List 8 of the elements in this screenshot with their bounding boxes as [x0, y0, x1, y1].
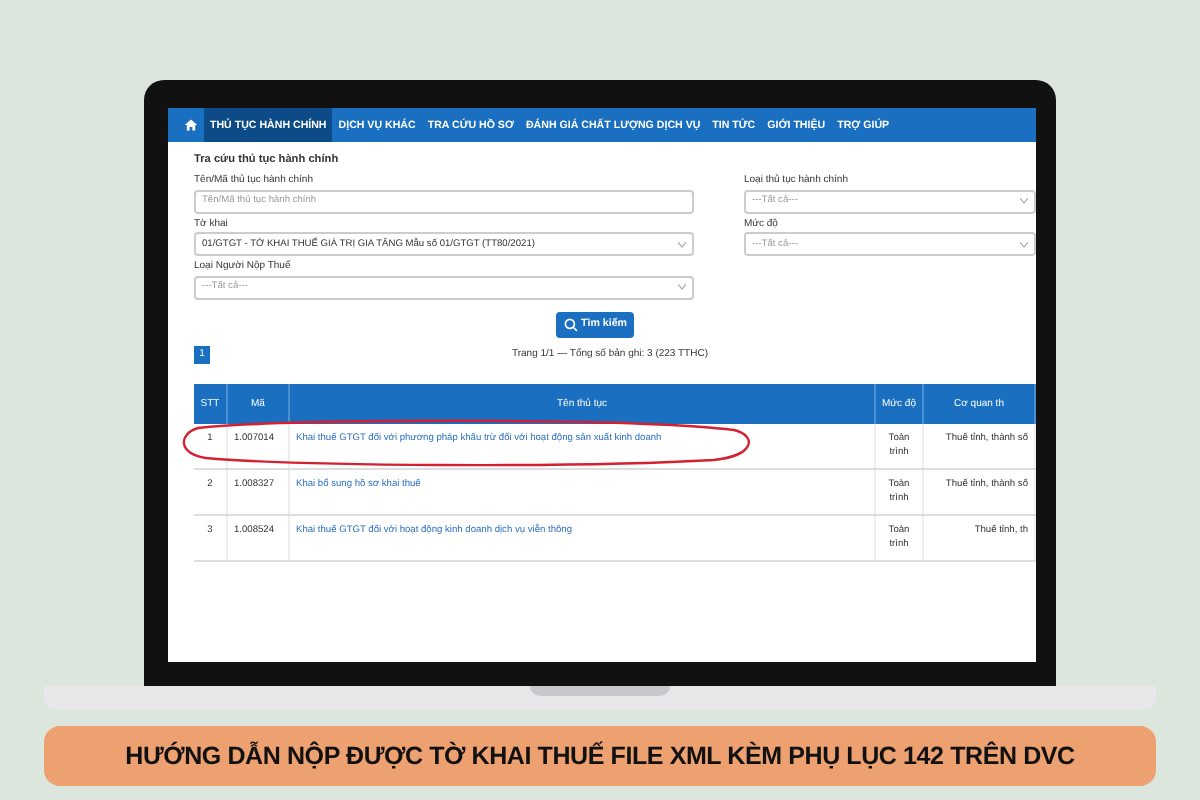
caret-icon	[1020, 241, 1028, 247]
search-icon	[563, 317, 578, 331]
caret-icon	[1020, 198, 1028, 204]
caret-icon	[678, 241, 686, 247]
laptop-notch	[530, 686, 670, 696]
caret-icon	[678, 284, 686, 290]
caption-banner: HƯỚNG DẪN NỘP ĐƯỢC TỜ KHAI THUẾ FILE XML KÈM PHỤ LỤC 142 TRÊN DVC	[44, 726, 1156, 786]
home-icon[interactable]	[184, 118, 198, 132]
